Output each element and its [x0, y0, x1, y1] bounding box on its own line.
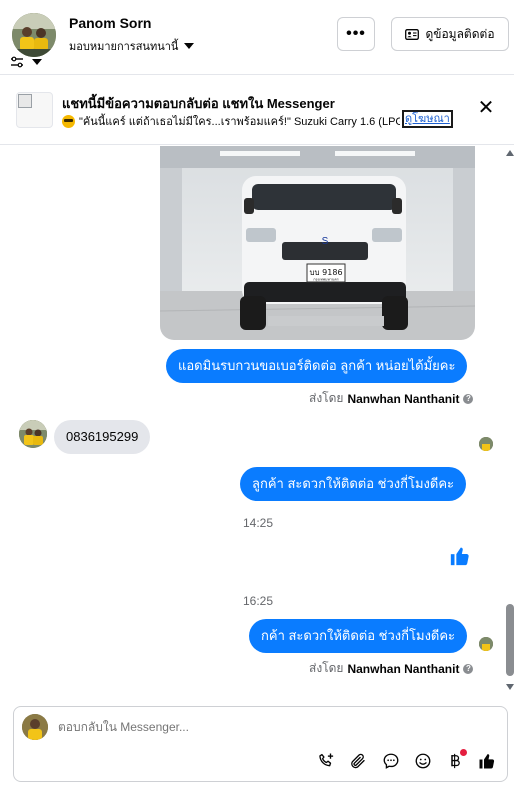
contact-avatar[interactable] — [12, 13, 56, 57]
sent-by-name: Nanwhan Nanthanit — [347, 391, 460, 406]
conversation-settings-dropdown[interactable] — [10, 56, 42, 68]
emoji-button[interactable] — [413, 751, 433, 771]
contact-name: Panom Sorn — [69, 15, 152, 31]
banner-subtitle-text: "คันนี้แคร์ แต่ถ้าเธอไม่มีใคร...เราพร้อม… — [79, 116, 400, 128]
saved-replies-button[interactable] — [381, 751, 401, 771]
page-avatar — [22, 714, 48, 740]
scroll-up-arrow-icon[interactable] — [506, 150, 514, 156]
license-plate-number: บบ 9186 — [309, 268, 342, 277]
send-like-button[interactable] — [477, 751, 497, 771]
attach-button[interactable] — [348, 751, 368, 771]
more-icon: ••• — [346, 25, 366, 42]
notification-dot — [460, 749, 467, 756]
van-photo-attachment[interactable]: S บบ 9186 กรุงเทพมหานคร — [160, 146, 475, 340]
chevron-down-icon — [184, 43, 195, 49]
scrollbar-thumb[interactable] — [506, 604, 514, 676]
chevron-down-icon — [32, 59, 42, 65]
chat-bubble-icon — [383, 753, 399, 769]
sliders-icon — [11, 56, 23, 68]
banner-subtitle: "คันนี้แคร์ แต่ถ้าเธอไม่มีใคร...เราพร้อม… — [62, 112, 400, 130]
thumbs-up-icon — [479, 754, 495, 769]
close-icon[interactable]: ✕ — [476, 98, 496, 118]
sent-by-name: Nanwhan Nanthanit — [347, 661, 460, 676]
phone-plus-icon — [319, 753, 334, 767]
call-button[interactable] — [316, 751, 336, 771]
info-icon[interactable]: ? — [463, 663, 474, 674]
thumbs-up-icon — [450, 547, 469, 566]
messenger-reply-banner: แชทนี้มีข้อความตอบกลับต่อ แชทใน Messenge… — [0, 75, 514, 145]
outgoing-message[interactable]: ลูกค้า สะดวกให้ติดต่อ ช่วงกี่โมงดีคะ — [240, 467, 467, 501]
more-options-button[interactable]: ••• — [337, 17, 375, 51]
scroll-down-arrow-icon[interactable] — [506, 684, 514, 690]
assign-label: มอบหมายการสนทนานี้ — [69, 41, 179, 53]
sent-by-line: ส่งโดย Nanwhan Nanthanit ? — [309, 389, 474, 408]
incoming-message[interactable]: 0836195299 — [54, 420, 151, 454]
conversation-header: Panom Sorn มอบหมายการสนทนานี้ ••• ดูข้อม… — [0, 0, 514, 75]
view-contact-info-button[interactable]: ดูข้อมูลติดต่อ — [391, 17, 509, 51]
assign-conversation-dropdown[interactable]: มอบหมายการสนทนานี้ — [69, 37, 195, 55]
message-timestamp: 14:25 — [243, 516, 274, 530]
contact-card-icon — [405, 28, 420, 40]
thumbs-up-sticker[interactable] — [449, 545, 471, 572]
contact-button-label: ดูข้อมูลติดต่อ — [425, 26, 495, 41]
banner-title: แชทนี้มีข้อความตอบกลับต่อ แชทใน Messenge… — [62, 96, 335, 111]
svg-text:S: S — [322, 236, 329, 247]
message-timestamp: 16:25 — [243, 594, 274, 608]
sunglasses-emoji-icon — [62, 114, 75, 128]
message-input[interactable] — [58, 720, 458, 734]
ad-thumbnail — [16, 92, 53, 128]
seen-avatar — [479, 437, 493, 451]
sent-by-line: ส่งโดย Nanwhan Nanthanit ? — [309, 659, 474, 678]
reply-composer — [13, 706, 508, 782]
paperclip-icon — [351, 753, 365, 769]
outgoing-message[interactable]: กค้า สะดวกให้ติดต่อ ช่วงกี่โมงดีคะ — [249, 619, 468, 653]
seen-avatar — [479, 637, 493, 651]
outgoing-message[interactable]: แอดมินรบกวนขอเบอร์ติดต่อ ลูกค้า หน่อยได้… — [166, 349, 468, 383]
sent-by-label: ส่งโดย — [309, 391, 344, 405]
info-icon[interactable]: ? — [463, 393, 474, 404]
contact-avatar-small[interactable] — [19, 420, 47, 448]
view-ad-link[interactable]: ดูโฆษณา — [402, 110, 453, 128]
payment-button[interactable] — [445, 749, 467, 771]
sent-by-label: ส่งโดย — [309, 661, 344, 675]
smiley-icon — [415, 753, 431, 769]
